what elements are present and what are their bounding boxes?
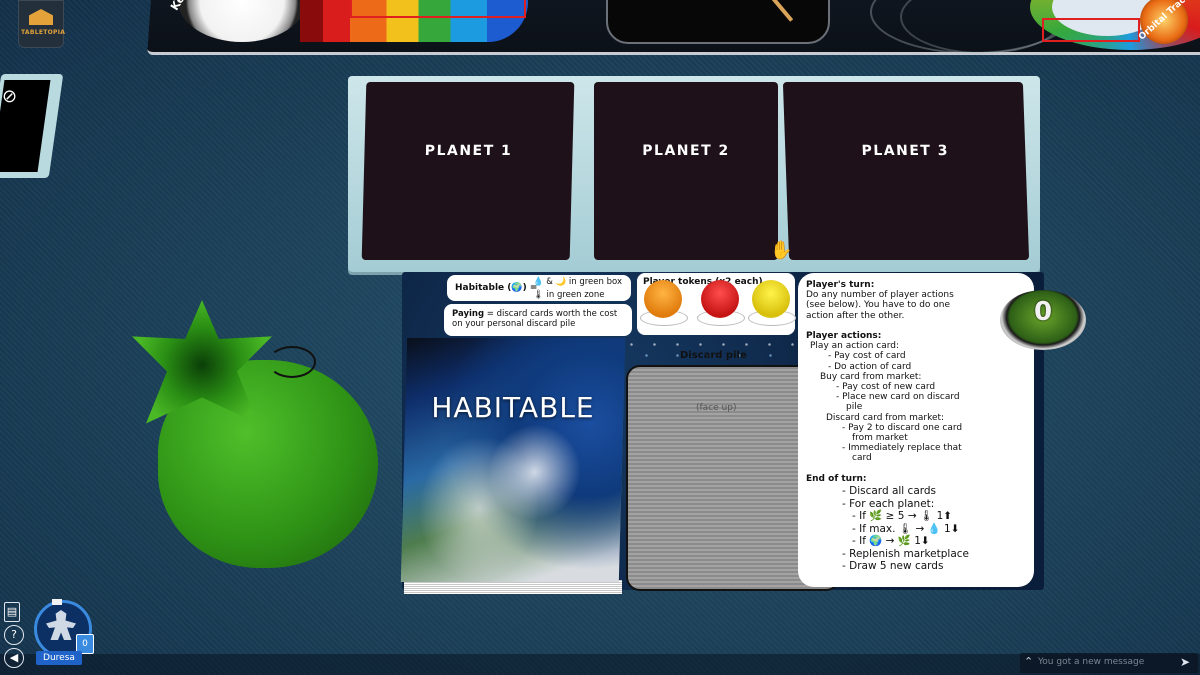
castle-icon [29,9,53,25]
turn-card-line: - Draw 5 new cards [842,560,944,573]
hidden-eye-icon[interactable]: ⊘ [2,86,28,112]
orbit-dial [606,0,830,44]
turn-card-line: - Discard all cards [842,485,937,498]
chat-input[interactable]: You got a new message [1038,657,1144,667]
orange-token[interactable] [644,280,682,318]
planet-label: PLANET 2 [642,143,730,159]
bag-string [268,346,316,378]
planet-card-1[interactable]: PLANET 1 [361,82,575,260]
turn-card-line: - Replenish marketplace [842,547,969,560]
habitable-deck-title: HABITABLE [431,391,595,424]
planet-card-3[interactable]: PLANET 3 [782,82,1030,260]
turn-card-line: End of turn: [806,473,867,484]
green-zone-marker [350,0,526,18]
paying-rule-text: Paying = discard cards worth the cost on… [452,309,628,329]
logo-text: TABLETOPIA [21,29,66,36]
habitable-label: Habitable (🌍) = [455,283,538,293]
habitable-line-1: 💧 & 🌙 in green box [533,277,622,287]
discard-pile-label: Discard pile [680,350,747,361]
score-value: 0 [1033,297,1053,327]
discard-pile-note: (face up) [696,403,737,413]
deck-edge [404,580,622,594]
habitable-rule-box: Habitable (🌍) = 💧 & 🌙 in green box 🌡 in … [447,275,631,301]
turn-card-line: action after the other. [806,310,905,321]
sound-icon[interactable]: ◀ [4,648,24,668]
turn-card-line: - For each planet: [842,497,935,510]
paying-rule-box: Paying = discard cards worth the cost on… [444,304,632,336]
tabletopia-logo[interactable]: TABLETOPIA [18,0,66,48]
hand-cursor-icon: ✋ [770,240,793,261]
notes-icon[interactable]: ▤ [4,602,20,622]
send-icon[interactable]: ➤ [1180,655,1190,669]
paying-bold: Paying [452,309,485,319]
planet-label: PLANET 1 [424,143,513,159]
turn-card-line: - If max. 🌡 → 💧 1⬇ [852,522,960,535]
planet-label: PLANET 3 [861,143,950,159]
turn-card-line: card [852,453,872,464]
side-toolbar: ▤? ◀ [4,602,24,671]
habitable-deck[interactable] [400,338,626,582]
habitable-line-2: 🌡 in green zone [533,290,605,300]
turn-reference-card: Player's turn: Do any number of player ac… [798,273,1034,587]
planet-card-2[interactable]: PLANET 2 [594,82,778,260]
red-token[interactable] [701,280,739,318]
help-icon[interactable]: ? [4,625,24,645]
turn-card-line: - If 🌍 → 🌿 1⬇ [852,535,930,548]
chevron-up-icon[interactable]: ⌃ [1024,655,1033,668]
track-highlight [1042,18,1140,42]
player-name: Duresa [36,651,82,665]
yellow-token[interactable] [752,280,790,318]
turn-card-line: - If 🌿 ≥ 5 → 🌡 1⬆ [852,510,953,523]
crown-icon [52,599,62,605]
